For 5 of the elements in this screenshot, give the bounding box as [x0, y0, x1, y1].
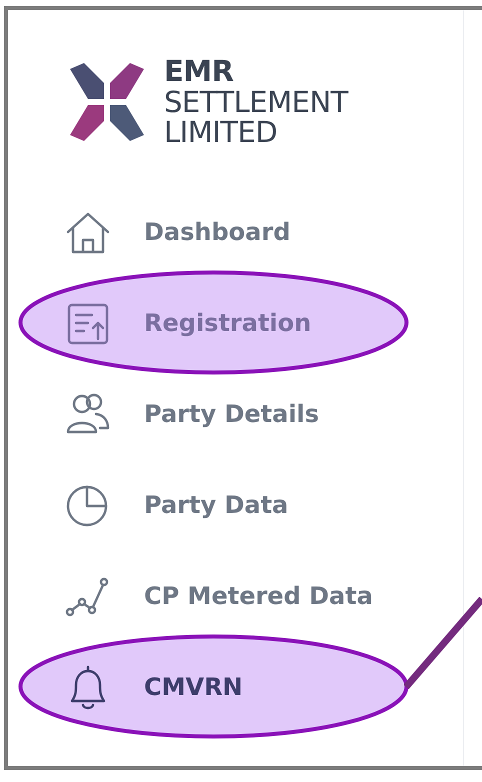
nav-item[interactable]: Party Details	[62, 388, 320, 440]
company-name: EMR SETTLEMENT LIMITED	[164, 56, 348, 148]
nav-item[interactable]: Party Data	[62, 478, 288, 530]
nav-item[interactable]: Dashboard	[62, 206, 290, 258]
nav-item[interactable]: CP Metered Data	[62, 570, 373, 622]
